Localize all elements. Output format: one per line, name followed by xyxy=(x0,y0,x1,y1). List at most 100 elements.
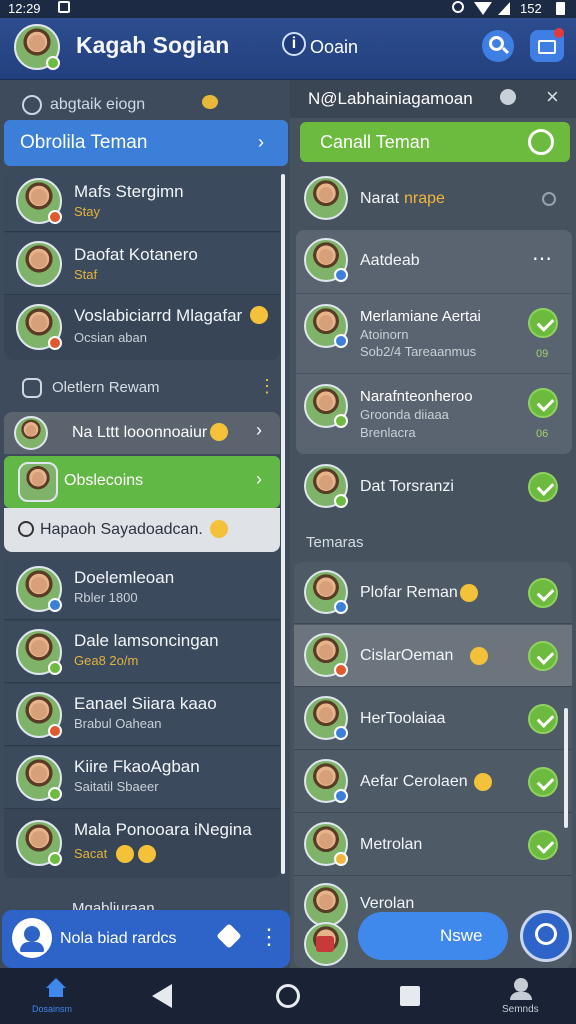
right-contact-list: Plofar Reman CislarOeman HerToolaiaa Aef… xyxy=(294,562,572,968)
alert-dot xyxy=(554,28,564,38)
bottom-navigation: Dosainsm Semnds xyxy=(0,968,576,1024)
left-panel: abgtaik eiogn Obrolila Teman › Mafs Ster… xyxy=(0,80,290,968)
chat-sub: Ocsian aban xyxy=(74,330,147,345)
emoji-icon xyxy=(116,845,134,863)
profile-avatar[interactable] xyxy=(14,24,60,70)
group-icon xyxy=(22,378,42,398)
contact-name: Doelemleoan xyxy=(74,568,175,587)
info-icon[interactable]: i xyxy=(282,32,306,56)
channel-item[interactable]: Merlamiane Aertai Atoinorn Sob2/4 Tareaa… xyxy=(296,296,572,374)
contact-item[interactable]: HerToolaiaa xyxy=(294,688,572,750)
wifi-icon xyxy=(474,2,492,15)
nav-profile[interactable]: Semnds xyxy=(496,974,546,1018)
active-chat[interactable]: Obslecoins › xyxy=(4,456,280,508)
emoji-icon xyxy=(460,584,478,602)
search-button[interactable] xyxy=(482,30,514,62)
profile-button[interactable] xyxy=(520,910,572,962)
clock-icon[interactable] xyxy=(528,129,554,155)
notification-icon xyxy=(58,1,70,13)
chat-item[interactable]: Mafs Stergimn Stay xyxy=(4,170,280,232)
check-icon[interactable] xyxy=(528,308,558,338)
contact-name: Aefar Cerolaen xyxy=(360,773,468,790)
avatar xyxy=(14,416,48,450)
contact-item[interactable]: Mala Ponooara iNegina Sacat xyxy=(4,810,280,876)
bottom-card[interactable]: Nola biad rardcs ⋮ xyxy=(2,910,290,968)
home-button-icon[interactable] xyxy=(276,984,300,1008)
avatar xyxy=(304,822,348,866)
avatar xyxy=(304,384,348,428)
more-icon[interactable]: ⋯ xyxy=(532,246,552,271)
right-panel-header: N@Labhainiagamoan × xyxy=(290,80,576,118)
search-icon xyxy=(22,95,42,115)
avatar xyxy=(304,759,348,803)
row-label: Na Lttt looonnoaiur xyxy=(72,424,208,441)
contact-item[interactable]: Dale lamsoncingan Gea8 2o/m xyxy=(4,621,280,683)
channel-item[interactable]: Dat Torsranzi xyxy=(294,456,572,520)
scrollbar[interactable] xyxy=(281,174,285,874)
nav-home[interactable]: Dosainsm xyxy=(28,974,84,1018)
check-icon[interactable] xyxy=(528,704,558,734)
contact-item[interactable]: Aefar Cerolaen xyxy=(294,751,572,813)
check-icon[interactable] xyxy=(528,641,558,671)
back-icon[interactable] xyxy=(152,984,172,1008)
avatar xyxy=(16,755,62,801)
check-icon[interactable] xyxy=(528,767,558,797)
channel-item[interactable]: Narafnteonheroo Groonda diiaaa Brenlacra… xyxy=(296,376,572,454)
close-icon[interactable]: × xyxy=(546,84,559,110)
check-icon[interactable] xyxy=(528,388,558,418)
avatar xyxy=(304,883,348,927)
contact-item[interactable]: Kiire FkaoAgban Saitatil Sbaeer xyxy=(4,747,280,809)
avatar[interactable] xyxy=(304,922,348,966)
contact-item[interactable]: Doelemleoan Rbler 1800 xyxy=(4,558,280,620)
item-accent: nrape xyxy=(404,190,445,207)
avatar xyxy=(304,570,348,614)
chat-item[interactable]: Voslabiciarrd Mlagafar Ocsian aban xyxy=(4,296,280,358)
section-banner-friends[interactable]: Obrolila Teman › xyxy=(4,120,288,166)
more-icon[interactable]: ⋮ xyxy=(258,376,276,397)
notifications-button[interactable] xyxy=(530,28,564,62)
scrollbar[interactable] xyxy=(564,708,568,828)
more-icon[interactable]: ⋮ xyxy=(258,924,280,950)
status-time: 12:29 xyxy=(8,1,41,16)
avatar xyxy=(304,464,348,508)
contact-item[interactable]: Metrolan xyxy=(294,814,572,876)
chat-row[interactable]: Na Lttt looonnoaiur › xyxy=(4,412,280,454)
header-center-label[interactable]: Ooain xyxy=(310,37,358,58)
emoji-icon xyxy=(138,845,156,863)
emoji-icon xyxy=(250,306,268,324)
recents-icon[interactable] xyxy=(400,986,420,1006)
channel-item[interactable]: Narat nrape xyxy=(294,168,572,232)
fab-label: Nswe xyxy=(440,926,483,945)
avatar xyxy=(16,566,62,612)
check-icon[interactable] xyxy=(528,472,558,502)
check-icon[interactable] xyxy=(528,830,558,860)
contact-item[interactable]: CislarOeman xyxy=(294,625,572,687)
suggestion-bar[interactable]: Hapaoh Sayadoadcan. xyxy=(4,508,280,552)
contact-item[interactable]: Eanael Siiara kaao Brabul Oahean xyxy=(4,684,280,746)
item-sub: Sob2/4 Tareaanmus xyxy=(360,344,477,359)
section-banner-channel[interactable]: Canall Teman xyxy=(300,122,570,162)
chat-item[interactable]: Daofat Kotanero Staf xyxy=(4,233,280,295)
contact-name: Verolan xyxy=(360,895,415,912)
contact-sub: Sacat xyxy=(74,846,108,861)
avatar xyxy=(304,633,348,677)
status-bar: 12:29 152 xyxy=(0,0,576,18)
section-title: Obrolila Teman xyxy=(20,132,148,153)
chevron-right-icon: › xyxy=(258,132,264,152)
item-name: Dat Torsranzi xyxy=(360,478,454,495)
pin-icon[interactable] xyxy=(500,89,516,105)
new-chat-button[interactable]: Nswe xyxy=(358,912,508,960)
chat-name: Daofat Kotanero xyxy=(74,245,198,264)
check-icon[interactable] xyxy=(528,578,558,608)
channel-item[interactable]: Aatdeab ⋯ xyxy=(296,230,572,294)
search-bar[interactable]: abgtaik eiogn xyxy=(10,86,282,122)
contact-item[interactable]: Plofar Reman xyxy=(294,562,572,624)
suggestion-text: Hapaoh Sayadoadcan. xyxy=(40,521,203,538)
person-icon xyxy=(535,923,557,945)
avatar xyxy=(304,304,348,348)
pin-icon[interactable] xyxy=(216,923,242,949)
chat-list: Mafs Stergimn Stay Daofat Kotanero Staf … xyxy=(4,170,280,360)
search-input[interactable]: abgtaik eiogn xyxy=(50,96,145,114)
avatar xyxy=(16,692,62,738)
chevron-right-icon: › xyxy=(256,420,262,440)
